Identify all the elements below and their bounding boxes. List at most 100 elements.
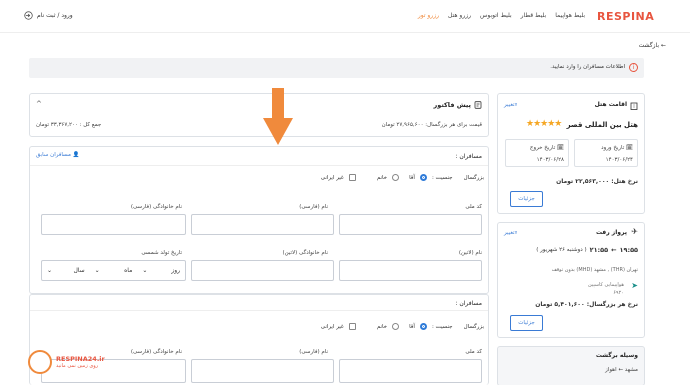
checkin-box: 🗓 تاریخ ورود ۱۴۰۳/۰۶/۲۴	[574, 139, 638, 167]
national-code-label-2: کد ملی	[465, 349, 482, 355]
gender-row: بزرگسال جنسیت : آقا خانم غیر ایرانی	[321, 174, 484, 181]
year-select[interactable]: سال ⌄	[42, 267, 90, 274]
checkin-label: 🗓 تاریخ ورود	[601, 145, 633, 151]
divider	[30, 165, 488, 166]
gender-label-2: جنسیت :	[431, 323, 453, 330]
top-navbar	[0, 0, 690, 33]
birth-date-label: تاریخ تولد شمسی	[141, 250, 182, 256]
main-nav: بلیط هواپیما بلیط قطار بلیط اتوبوس رزرو …	[418, 12, 585, 19]
hotel-rate: نرخ هتل: ۲۲,۵۶۳,۰۰۰ تومان	[556, 178, 638, 185]
foreign-label-2: غیر ایرانی	[320, 323, 344, 330]
flight-rate-value: ۵,۴۰۱,۶۰۰ تومان	[535, 301, 585, 308]
airline-name: هواپیمایی کاسپین	[588, 282, 624, 288]
last-name-fa-label: نام خانوادگی (فارسی)	[130, 204, 182, 210]
login-label: ورود / ثبت نام	[37, 12, 73, 19]
nav-train-tickets[interactable]: بلیط قطار	[521, 12, 547, 19]
airplane-icon: ✈	[631, 227, 638, 236]
airline-logo-icon: ➤	[631, 281, 638, 290]
day-select[interactable]: روز ⌄	[137, 267, 185, 274]
chevron-up-icon[interactable]: ^	[36, 100, 42, 108]
first-name-fa-input-2[interactable]	[191, 359, 334, 383]
chevron-down-icon: ⌄	[94, 267, 100, 274]
foreign-label: غیر ایرانی	[320, 174, 344, 181]
foreign-checkbox-2[interactable]	[348, 323, 356, 330]
arrow-down-icon	[263, 88, 293, 145]
national-code-label: کد ملی	[465, 204, 482, 210]
return-header: وسیله برگشت	[595, 352, 638, 359]
checkout-date: ۱۴۰۳/۰۶/۲۸	[536, 157, 564, 163]
checkout-label: 🗓 تاریخ خروج	[529, 145, 564, 151]
male-radio-2[interactable]	[419, 323, 427, 330]
first-name-fa-label: نام (فارسی)	[299, 204, 328, 210]
national-code-input-2[interactable]	[339, 359, 482, 383]
passengers-title: مسافران :	[455, 153, 482, 160]
chevron-down-icon: ⌄	[46, 267, 53, 274]
birth-date-select: روز ⌄ ماه ⌄ سال ⌄	[41, 260, 186, 281]
hotel-change-link[interactable]: ⌕تغییر	[504, 102, 518, 109]
last-name-en-label: نام خانوادگی (لاتین)	[282, 250, 328, 256]
notice-text: اطلاعات مسافران را وارد نمایید.	[550, 64, 625, 70]
return-route: مشهد ← اهواز	[605, 367, 638, 373]
respina24-watermark: RESPINA24.ir روی زمین نمی مانید	[28, 350, 105, 374]
gender-row-2: بزرگسال جنسیت : آقا خانم غیر ایرانی	[321, 323, 484, 330]
checkout-box: 🗓 تاریخ خروج ۱۴۰۳/۰۶/۲۸	[505, 139, 569, 167]
last-name-fa-label-2: نام خانوادگی (فارسی)	[130, 349, 182, 355]
month-select[interactable]: ماه ⌄	[90, 267, 138, 274]
last-name-en-input[interactable]	[191, 260, 334, 281]
hotel-card: اقامت هتل ⌕تغییر هتل بین المللی قصر ★★★★…	[497, 93, 645, 214]
respina-logo[interactable]: RESPINA	[597, 10, 654, 23]
previous-passengers-label: مسافران سابق	[36, 152, 71, 158]
invoice-title: پیش فاکتور	[433, 101, 472, 109]
nav-tour-booking[interactable]: رزرو تور	[418, 12, 439, 19]
divider	[30, 310, 488, 311]
watermark-logo	[28, 350, 52, 374]
invoice-per-adult: قیمت برای هر بزرگسال: ۲۷,۹۶۵,۶۰۰ تومان	[381, 122, 482, 128]
login-button[interactable]: ورود / ثبت نام	[24, 11, 73, 20]
arrival-time: ۲۱:۵۵	[589, 246, 609, 254]
day-label: روز	[171, 267, 180, 274]
arrow-left-icon: ←	[611, 246, 617, 254]
previous-passengers-link[interactable]: 👤 مسافران سابق	[36, 152, 80, 158]
hotel-change-label: تغییر	[504, 102, 515, 108]
flight-details-button[interactable]: جزئیات	[510, 315, 543, 331]
female-radio-2[interactable]	[392, 323, 400, 330]
checkin-date: ۱۴۰۳/۰۶/۲۴	[605, 157, 633, 163]
return-card: وسیله برگشت مشهد ← اهواز	[497, 346, 645, 385]
flight-route: تهران (THR) , مشهد (MHD) بدون توقف	[551, 267, 638, 273]
hotel-stars: ★★★★★	[526, 119, 562, 129]
passenger-form-1: مسافران : 👤 مسافران سابق بزرگسال جنسیت :…	[29, 146, 489, 294]
info-notice: i اطلاعات مسافران را وارد نمایید.	[29, 58, 644, 78]
watermark-name: RESPINA24.ir	[56, 355, 105, 363]
hotel-rate-label: نرخ هتل:	[611, 178, 638, 185]
receipt-icon	[474, 101, 482, 109]
hotel-details-button[interactable]: جزئیات	[510, 191, 543, 207]
info-icon: i	[629, 63, 638, 72]
flight-rate-label: نرخ هر بزرگسال:	[586, 301, 638, 308]
last-name-fa-input[interactable]	[41, 214, 186, 235]
flight-change-label: تغییر	[504, 230, 515, 236]
male-radio[interactable]	[419, 174, 427, 181]
watermark-text: RESPINA24.ir روی زمین نمی مانید	[56, 355, 105, 369]
first-name-en-input[interactable]	[339, 260, 482, 281]
nav-hotel-booking[interactable]: رزرو هتل	[448, 12, 471, 19]
first-name-fa-input[interactable]	[191, 214, 334, 235]
hotel-header: اقامت هتل	[594, 101, 627, 108]
flight-rate: نرخ هر بزرگسال: ۵,۴۰۱,۶۰۰ تومان	[535, 301, 638, 308]
nav-bus-tickets[interactable]: بلیط اتوبوس	[480, 12, 512, 19]
passenger-type: بزرگسال	[463, 174, 484, 181]
departure-time: ۱۹:۵۵	[619, 246, 638, 254]
search-icon: ⌕	[514, 102, 518, 108]
passenger-type-2: بزرگسال	[463, 323, 484, 330]
invoice-card[interactable]: پیش فاکتور ^ قیمت برای هر بزرگسال: ۲۷,۹۶…	[29, 93, 489, 137]
nav-flight-tickets[interactable]: بلیط هواپیما	[555, 12, 585, 19]
first-name-fa-label-2: نام (فارسی)	[299, 349, 328, 355]
back-link[interactable]: ← بازگشت	[639, 42, 666, 49]
female-radio[interactable]	[392, 174, 400, 181]
foreign-checkbox[interactable]	[348, 174, 356, 181]
flight-date: ( دوشنبه ۲۶ شهریور )	[536, 247, 587, 253]
watermark-tagline: روی زمین نمی مانید	[56, 363, 99, 369]
year-label: سال	[73, 267, 85, 274]
national-code-input[interactable]	[339, 214, 482, 235]
flight-change-link[interactable]: ⌕تغییر	[504, 230, 518, 237]
flight-times: ۱۹:۵۵ ← ۲۱:۵۵ ( دوشنبه ۲۶ شهریور )	[536, 246, 638, 254]
